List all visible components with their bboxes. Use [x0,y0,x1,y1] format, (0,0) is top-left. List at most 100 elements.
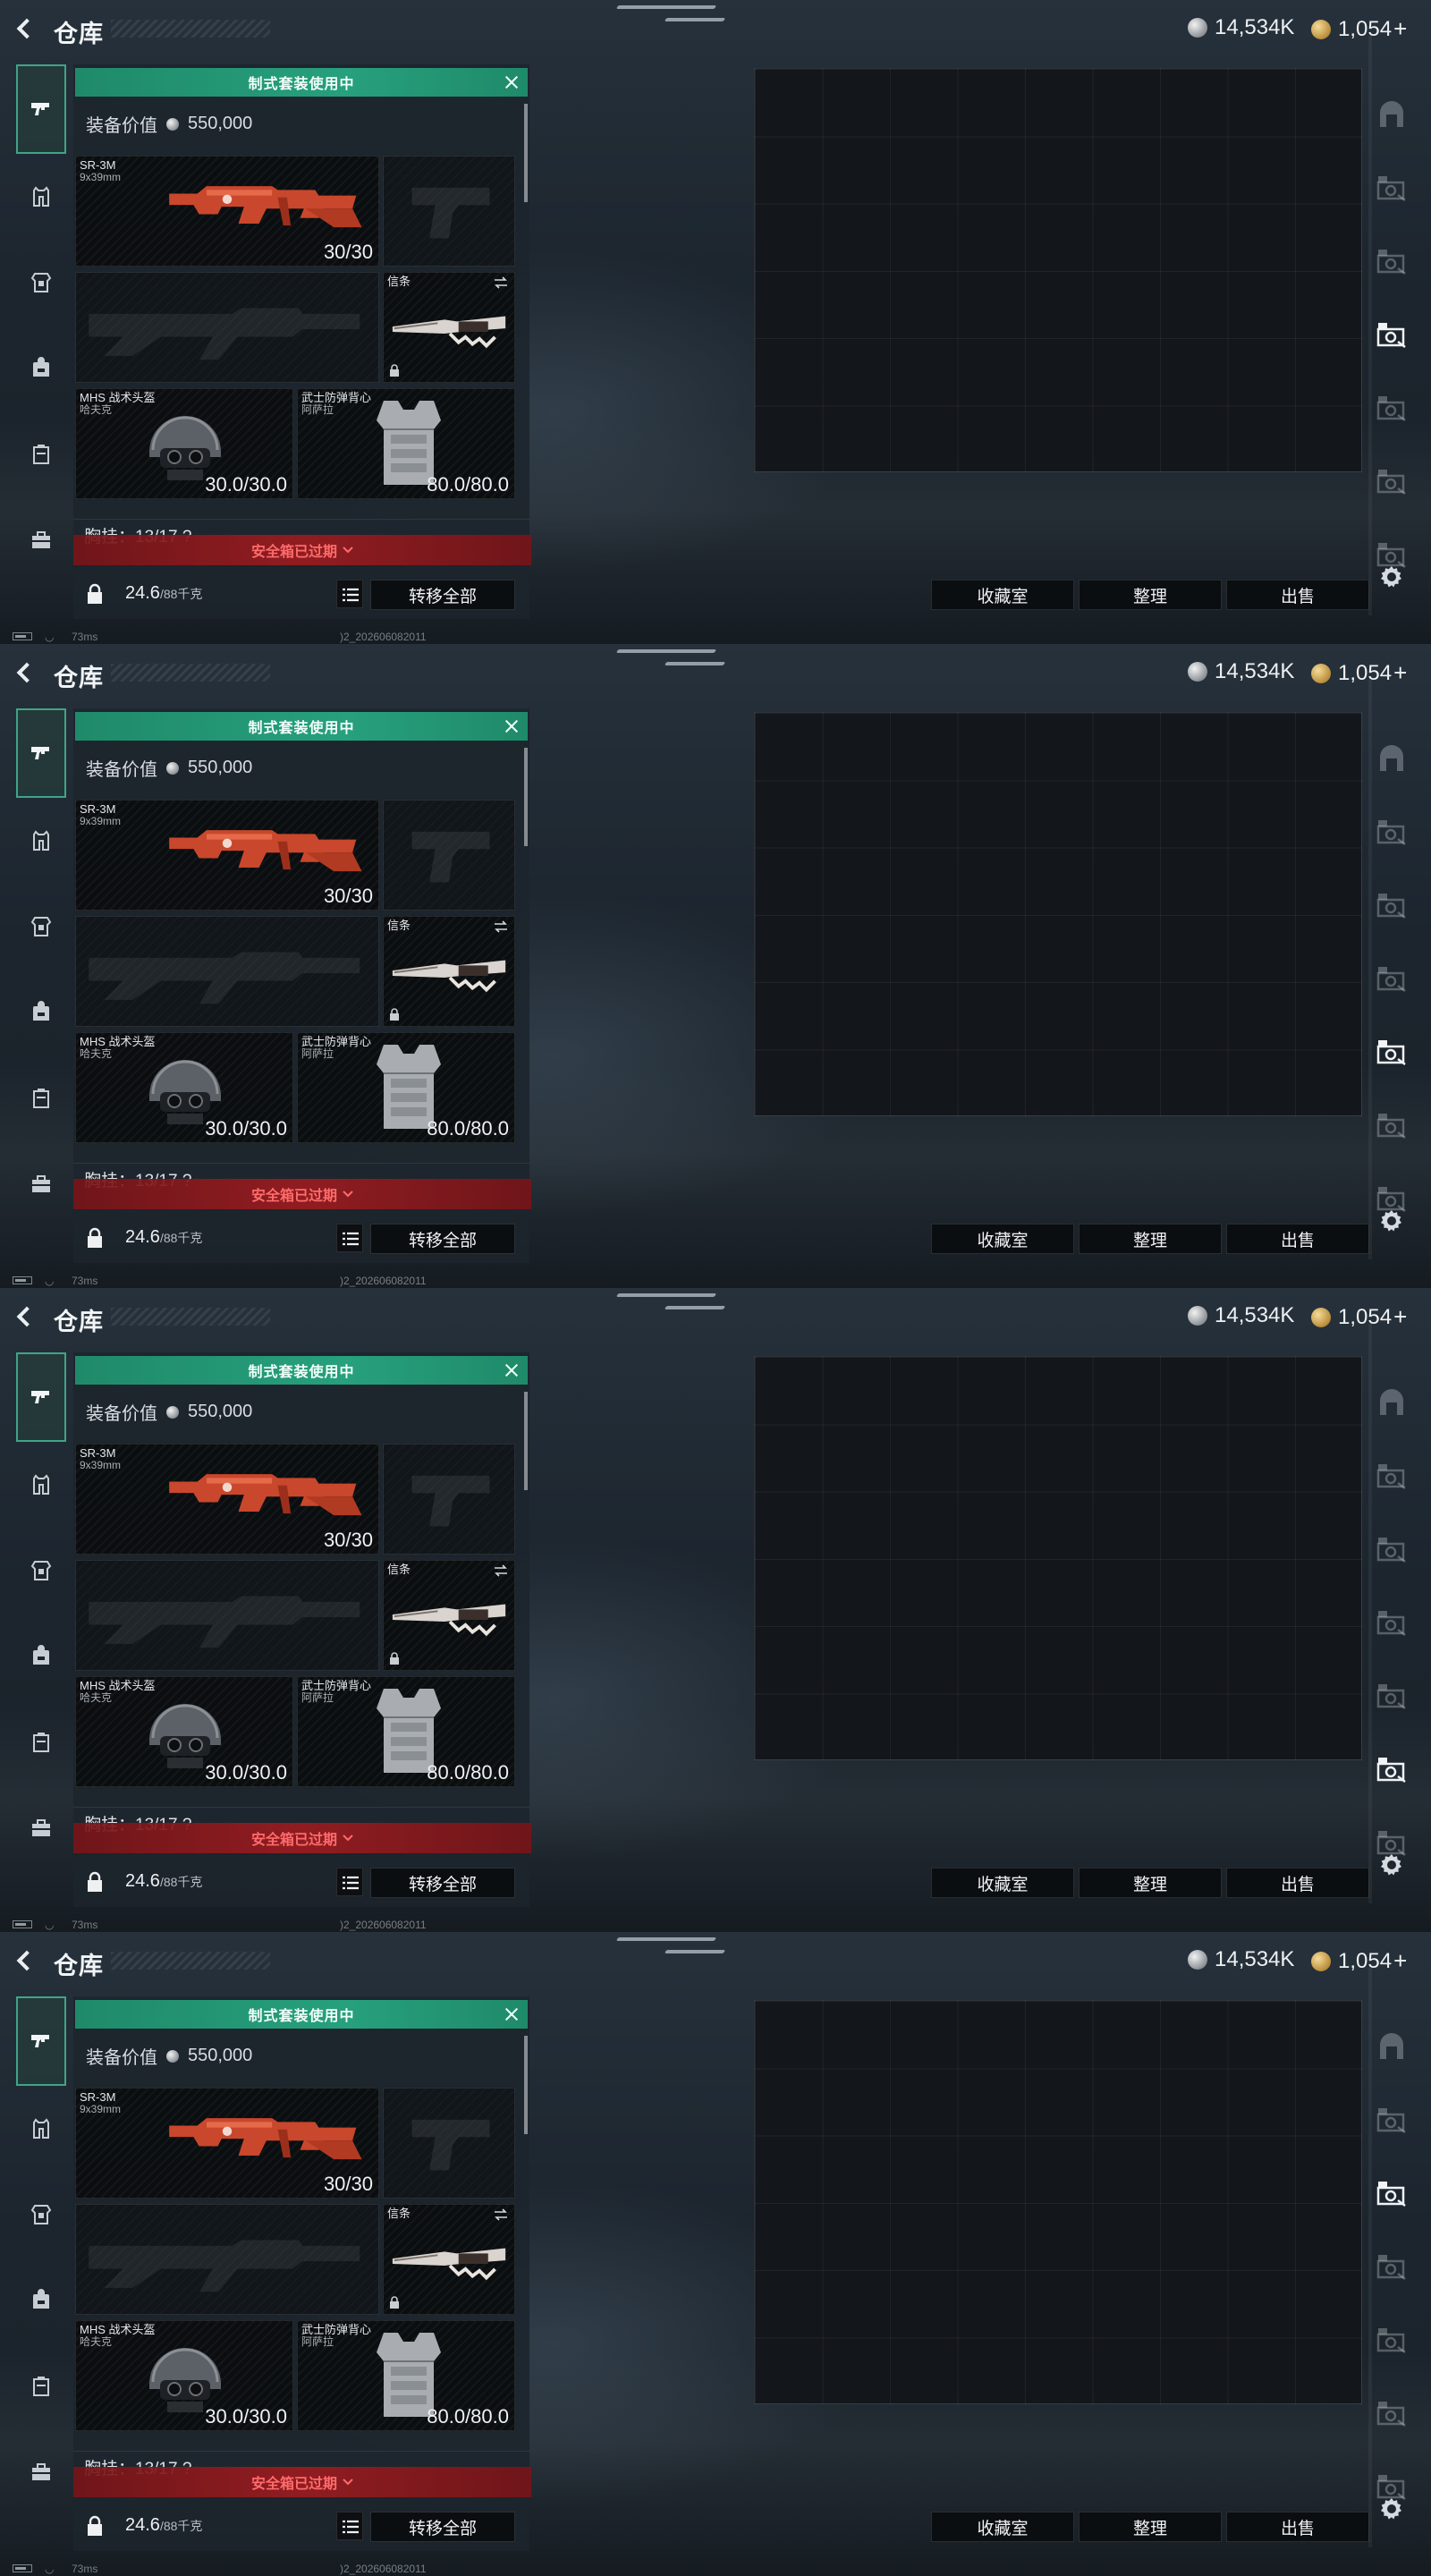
tab-backpack[interactable] [16,1614,66,1699]
gold-currency[interactable]: 1,054 + [1311,15,1407,43]
helmet-slot[interactable]: MHS 战术头盔 哈夫克 30.0/30.0 [75,2320,293,2431]
storage-tab-5[interactable] [1367,372,1417,445]
sell-button[interactable]: 出售 [1226,2512,1369,2542]
back-arrow-icon[interactable] [14,18,36,39]
helmet-slot[interactable]: MHS 战术头盔 哈夫克 30.0/30.0 [75,388,293,499]
loadout-scrollbar[interactable] [524,748,528,846]
storage-tab-3[interactable] [1367,869,1417,943]
primary-weapon-slot[interactable]: SR-3M 9x39mm 30/30 [75,2088,379,2199]
tab-armor[interactable] [16,240,66,326]
secondary-weapon-slot[interactable] [75,2204,379,2315]
storage-grid[interactable] [754,712,1362,1116]
storage-tab-3[interactable] [1367,1513,1417,1587]
gear-icon[interactable] [1378,1852,1405,1878]
storage-tab-6[interactable] [1367,2377,1417,2451]
tab-rig[interactable] [16,1442,66,1528]
tab-weapons[interactable] [16,1996,66,2086]
storage-tab-5[interactable] [1367,1016,1417,1089]
tab-weapons[interactable] [16,64,66,154]
storage-grid[interactable] [754,2000,1362,2404]
close-icon[interactable] [503,73,521,91]
tab-armor[interactable] [16,1528,66,1614]
pistol-slot[interactable] [383,800,515,911]
tab-rig[interactable] [16,2086,66,2172]
storage-tab-6[interactable] [1367,1733,1417,1807]
tab-armor[interactable] [16,884,66,970]
collection-room-button[interactable]: 收藏室 [931,1224,1074,1254]
back-arrow-icon[interactable] [14,1306,36,1327]
tab-case[interactable] [16,2343,66,2429]
safe-box-expired-banner[interactable]: 安全箱已过期 [73,1823,531,1853]
storage-tab-2[interactable] [1367,796,1417,869]
sort-button[interactable]: 整理 [1079,1224,1222,1254]
tab-weapons[interactable] [16,708,66,798]
swap-icon[interactable] [493,276,509,289]
add-gold-button[interactable]: + [1393,1947,1407,1975]
storage-tab-5[interactable] [1367,2304,1417,2377]
melee-slot[interactable]: 信条 [383,272,515,383]
gold-currency[interactable]: 1,054 + [1311,1303,1407,1331]
storage-tab-4[interactable] [1367,943,1417,1016]
back-arrow-icon[interactable] [14,1950,36,1971]
storage-tab-4[interactable] [1367,1587,1417,1660]
transfer-all-button[interactable]: 转移全部 [370,580,515,610]
storage-tab-5[interactable] [1367,1660,1417,1733]
safe-box-expired-banner[interactable]: 安全箱已过期 [73,2467,531,2497]
sort-button[interactable]: 整理 [1079,580,1222,610]
primary-weapon-slot[interactable]: SR-3M 9x39mm 30/30 [75,1444,379,1555]
tab-armor[interactable] [16,2172,66,2258]
helmet-slot[interactable]: MHS 战术头盔 哈夫克 30.0/30.0 [75,1032,293,1143]
swap-icon[interactable] [493,920,509,933]
body-armor-slot[interactable]: 武士防弹背心 阿萨拉 80.0/80.0 [297,2320,515,2431]
close-icon[interactable] [503,1361,521,1379]
tab-backpack[interactable] [16,326,66,411]
secondary-weapon-slot[interactable] [75,1560,379,1671]
tab-briefcase[interactable] [16,497,66,583]
storage-tab-6[interactable] [1367,1089,1417,1163]
close-icon[interactable] [503,2005,521,2023]
sell-button[interactable]: 出售 [1226,1224,1369,1254]
close-icon[interactable] [503,717,521,735]
melee-slot[interactable]: 信条 [383,1560,515,1671]
collection-room-button[interactable]: 收藏室 [931,2512,1074,2542]
add-gold-button[interactable]: + [1393,15,1407,43]
transfer-all-button[interactable]: 转移全部 [370,1224,515,1254]
tab-briefcase[interactable] [16,1141,66,1227]
loadout-scrollbar[interactable] [524,2036,528,2134]
storage-tab-1[interactable] [1367,723,1417,796]
list-view-button[interactable] [336,2512,363,2540]
storage-tab-2[interactable] [1367,2084,1417,2157]
tab-backpack[interactable] [16,970,66,1055]
gear-icon[interactable] [1378,2496,1405,2522]
safe-box-expired-banner[interactable]: 安全箱已过期 [73,535,531,565]
list-view-button[interactable] [336,1868,363,1896]
melee-slot[interactable]: 信条 [383,916,515,1027]
storage-grid[interactable] [754,1356,1362,1760]
storage-tab-1[interactable] [1367,1367,1417,1440]
body-armor-slot[interactable]: 武士防弹背心 阿萨拉 80.0/80.0 [297,1676,515,1787]
tab-case[interactable] [16,1699,66,1785]
storage-tab-6[interactable] [1367,445,1417,519]
secondary-weapon-slot[interactable] [75,272,379,383]
add-gold-button[interactable]: + [1393,659,1407,687]
tab-rig[interactable] [16,154,66,240]
storage-tab-2[interactable] [1367,1440,1417,1513]
tab-rig[interactable] [16,798,66,884]
transfer-all-button[interactable]: 转移全部 [370,2512,515,2542]
list-view-button[interactable] [336,580,363,608]
storage-tab-2[interactable] [1367,152,1417,225]
tab-case[interactable] [16,1055,66,1141]
primary-weapon-slot[interactable]: SR-3M 9x39mm 30/30 [75,800,379,911]
transfer-all-button[interactable]: 转移全部 [370,1868,515,1898]
collection-room-button[interactable]: 收藏室 [931,580,1074,610]
collection-room-button[interactable]: 收藏室 [931,1868,1074,1898]
tab-briefcase[interactable] [16,1785,66,1871]
add-gold-button[interactable]: + [1393,1303,1407,1331]
tab-backpack[interactable] [16,2258,66,2343]
list-view-button[interactable] [336,1224,363,1252]
storage-tab-4[interactable] [1367,299,1417,372]
storage-tab-1[interactable] [1367,79,1417,152]
gear-icon[interactable] [1378,1208,1405,1234]
storage-tab-1[interactable] [1367,2011,1417,2084]
sell-button[interactable]: 出售 [1226,580,1369,610]
